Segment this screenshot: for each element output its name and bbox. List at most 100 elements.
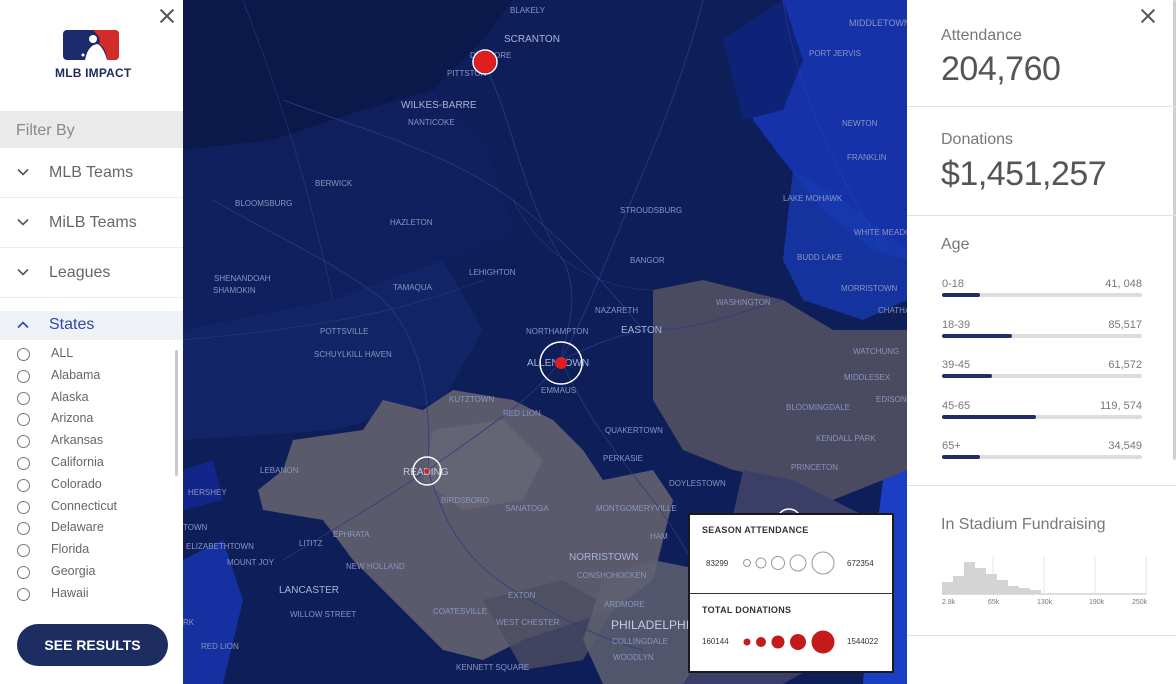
age-group-value: 41, 048 <box>1105 278 1142 290</box>
place-label: EMMAUS <box>541 386 576 395</box>
radio-button[interactable] <box>17 522 30 536</box>
state-option[interactable]: Alabama <box>0 364 176 386</box>
age-group-label: 65+ <box>942 440 961 452</box>
age-row: 0-18 41, 048 <box>942 278 1142 304</box>
legend-divider <box>690 593 892 594</box>
place-label: MONTGOMERYVILLE <box>596 504 677 513</box>
attendance-label: Attendance <box>941 27 1022 44</box>
radio-button[interactable] <box>17 369 30 383</box>
age-group-label: 39-45 <box>942 359 971 371</box>
legend-donations-title: TOTAL DONATIONS <box>702 605 792 615</box>
state-option[interactable]: Alaska <box>0 386 176 408</box>
age-group-value: 85,517 <box>1108 318 1142 331</box>
states-list: ALL Alabama Alaska Arizona Arkansas Californi… <box>0 342 183 604</box>
age-row: 39-45 61,572 <box>942 359 1142 385</box>
radio-button[interactable] <box>17 566 30 579</box>
place-label: PORT JERVIS <box>809 49 861 58</box>
legend-attendance-title: SEASON ATTENDANCE <box>702 525 809 535</box>
state-label: Alabama <box>51 367 101 382</box>
place-label: LANCASTER <box>279 585 339 596</box>
state-label: Florida <box>51 542 90 557</box>
place-label: NORRISTOWN <box>569 552 638 563</box>
place-label: PHILADELPHIA <box>611 618 697 632</box>
place-label: RED LION <box>201 642 239 651</box>
state-option[interactable]: Arizona <box>0 407 176 429</box>
radio-button[interactable] <box>17 348 30 361</box>
state-label: Hawaii <box>51 585 89 600</box>
place-label: FRANKLIN <box>847 153 887 162</box>
place-label: KENDALL PARK <box>816 434 876 443</box>
accordion-leagues[interactable]: Leagues <box>0 248 183 298</box>
radio-button[interactable] <box>17 457 30 470</box>
accordion-milb-teams[interactable]: MiLB Teams <box>0 198 183 248</box>
state-option[interactable]: Florida <box>0 538 176 560</box>
age-row: 45-65 119, 574 <box>942 400 1142 426</box>
place-label: EXTON <box>508 591 536 600</box>
fundraising-label: In Stadium Fundraising <box>941 516 1106 533</box>
radio-button[interactable] <box>17 500 30 514</box>
state-label: Connecticut <box>51 498 118 513</box>
state-option[interactable]: Hawaii <box>0 582 176 604</box>
states-scrollbar[interactable] <box>175 350 178 476</box>
age-group-label: 0-18 <box>942 278 965 290</box>
age-bar-track <box>942 293 1142 297</box>
state-option[interactable]: California <box>0 451 176 473</box>
legend-donations-circles <box>743 630 835 654</box>
see-results-button[interactable]: SEE RESULTS <box>17 624 168 666</box>
place-label: WEST CHESTER <box>496 618 560 627</box>
place-label: BLOOMINGDALE <box>786 403 850 412</box>
place-label: COLLINGDALE <box>612 637 668 646</box>
age-bar-fill <box>942 455 980 459</box>
map-view[interactable]: BLAKELY SCRANTON DUNMORE PITTSTON WILKES… <box>183 0 907 684</box>
radio-button[interactable] <box>17 587 30 601</box>
age-bar-fill <box>942 333 1012 338</box>
mlb-logo: MLB IMPACT <box>55 30 131 80</box>
histogram-tick: 190k <box>1089 599 1105 606</box>
radio-button[interactable] <box>17 391 30 405</box>
place-label: WILLOW STREET <box>290 610 356 619</box>
place-label: WHITE MEADOW LAKE <box>854 228 907 237</box>
place-label: EASTON <box>621 325 662 336</box>
place-label: NANTICOKE <box>408 118 455 127</box>
mlb-logo-icon <box>63 30 119 60</box>
place-label: NORTHAMPTON <box>526 327 589 336</box>
state-option[interactable]: Arkansas <box>0 429 176 451</box>
state-option[interactable]: ALL <box>0 342 176 364</box>
radio-button[interactable] <box>17 544 30 558</box>
place-label: NAZARETH <box>595 306 638 315</box>
marker-scranton[interactable] <box>472 49 498 75</box>
place-label: ELIZABETHTOWN <box>186 542 254 551</box>
place-label: WOODLYN <box>613 653 654 662</box>
accordion-mlb-teams[interactable]: MLB Teams <box>0 148 183 198</box>
accordion-label: MLB Teams <box>49 164 134 181</box>
accordion-label: Leagues <box>49 264 111 281</box>
age-label: Age <box>941 236 970 253</box>
place-label: EDISON <box>876 395 907 404</box>
age-group-label: 45-65 <box>942 399 971 412</box>
legend-donations-min: 160144 <box>702 637 729 646</box>
place-label: HERSHEY <box>188 488 227 497</box>
age-bar-fill <box>942 374 992 378</box>
place-label: HAZLETON <box>390 218 433 227</box>
radio-button[interactable] <box>17 478 30 492</box>
state-option[interactable]: Connecticut <box>0 495 176 517</box>
legend-attendance-max: 672354 <box>847 559 874 568</box>
close-sidebar-icon[interactable] <box>157 6 177 26</box>
place-label: LITITZ <box>299 539 323 548</box>
place-label: SHAMOKIN <box>213 286 256 295</box>
chevron-down-icon <box>17 168 29 176</box>
accordion-states[interactable]: States <box>0 311 183 340</box>
place-label: DOYLESTOWN <box>669 479 726 488</box>
state-label: Alaska <box>51 389 89 404</box>
place-label: TOWN <box>183 523 208 532</box>
state-option[interactable]: Georgia <box>0 560 176 582</box>
radio-button[interactable] <box>17 435 30 449</box>
radio-button[interactable] <box>17 413 30 427</box>
place-label: KENNETT SQUARE <box>456 663 529 672</box>
state-option[interactable]: Colorado <box>0 473 176 495</box>
place-label: SCRANTON <box>504 34 560 45</box>
place-label: ARDMORE <box>604 600 645 609</box>
place-label: QUAKERTOWN <box>605 426 663 435</box>
place-label: SHENANDOAH <box>214 274 271 283</box>
state-option[interactable]: Delaware <box>0 516 176 538</box>
